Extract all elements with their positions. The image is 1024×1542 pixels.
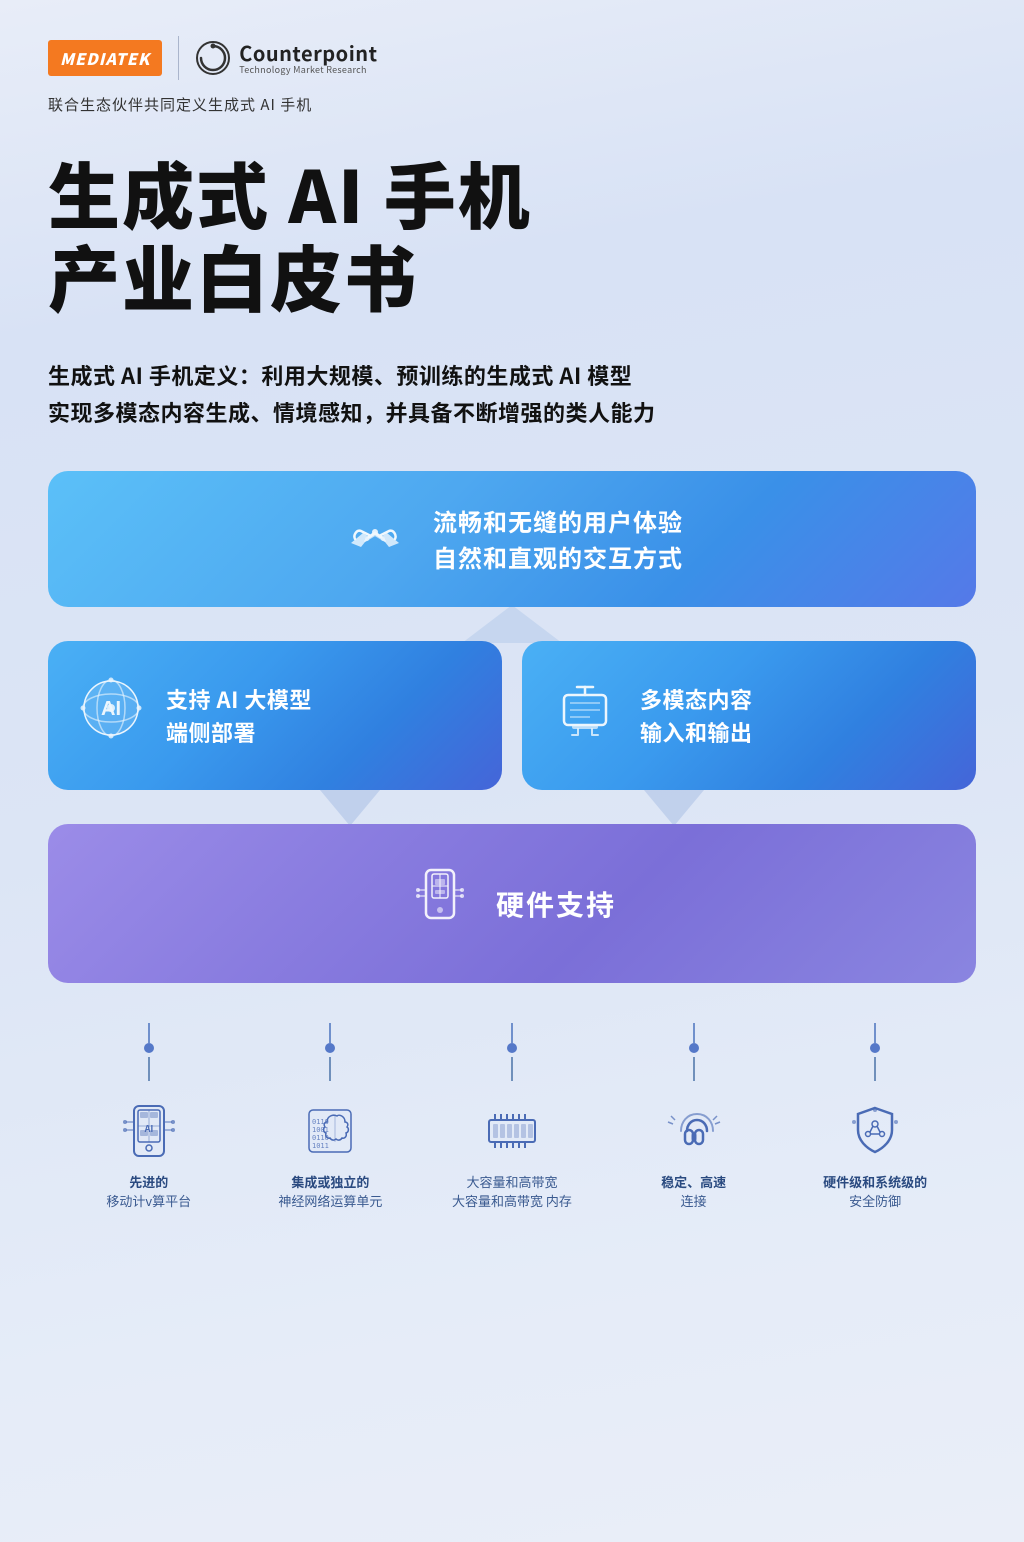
hw-connectivity-label: 稳定、高速 连接 (661, 1173, 726, 1209)
hw-mobile-platform-label: 先进的 移动计v算平台 (106, 1173, 191, 1209)
arrow-connector-top (48, 605, 976, 643)
top-box-line1: 流畅和无缝的用户体验 (433, 503, 683, 539)
middle-right-line1: 多模态内容 (640, 683, 753, 716)
hw-mobile-platform-icon: AI (117, 1099, 181, 1163)
middle-left-line1: 支持 AI 大模型 (166, 683, 312, 716)
hw-item-security: 硬件级和系统级的 安全防御 (784, 1023, 966, 1209)
interaction-icon (341, 505, 409, 573)
pyramid-diagram: 流畅和无缝的用户体验 自然和直观的交互方式 AI (48, 471, 976, 983)
counterpoint-text: Counterpoint Technology Market Research (239, 41, 377, 76)
arrow-up-svg (462, 605, 562, 643)
hw-item-connectivity: 稳定、高速 连接 (603, 1023, 785, 1209)
subtitle: 联合生态伙伴共同定义生成式 AI 手机 (48, 94, 976, 115)
counterpoint-logo: Counterpoint Technology Market Research (195, 40, 377, 76)
hw-security-label: 硬件级和系统级的 安全防御 (823, 1173, 927, 1209)
hw-neural-icon: 0110 1001 0110 1011 (298, 1099, 362, 1163)
header-divider (178, 36, 179, 80)
main-title-line2: 产业白皮书 (48, 234, 976, 317)
middle-right-line2: 输入和输出 (640, 716, 753, 749)
arrow-right-down (644, 790, 704, 826)
hardware-icon (408, 864, 472, 943)
hw-item-memory: 大容量和高带宽 大容量和高带宽 内存 (421, 1023, 603, 1209)
middle-box-multimodal-text: 多模态内容 输入和输出 (640, 683, 753, 749)
bottom-box-hardware: 硬件支持 (48, 824, 976, 983)
middle-box-ai-model: AI 支持 AI 大模型 端侧部署 (48, 641, 502, 790)
hw-neural-label: 集成或独立的 神经网络运算单元 (278, 1173, 382, 1209)
middle-box-ai-text: 支持 AI 大模型 端侧部署 (166, 683, 312, 749)
top-box-text: 流畅和无缝的用户体验 自然和直观的交互方式 (433, 503, 683, 575)
hw-item-mobile-platform: AI (58, 1023, 240, 1209)
middle-row: AI 支持 AI 大模型 端侧部署 (48, 641, 976, 790)
hw-item-neural-net: 0110 1001 0110 1011 集成或独立的 神经网络运算单元 (240, 1023, 422, 1209)
middle-left-line2: 端侧部署 (166, 716, 312, 749)
counterpoint-main-text: Counterpoint (239, 41, 377, 65)
top-box-line2: 自然和直观的交互方式 (433, 539, 683, 575)
definition-text: 生成式 AI 手机定义：利用大规模、预训练的生成式 AI 模型实现多模态内容生成… (48, 357, 976, 432)
mediatek-logo: MEDIATEK (48, 40, 162, 76)
hw-connectivity-icon (662, 1099, 726, 1163)
header: MEDIATEK Counterpoint Technology Market … (48, 36, 976, 80)
hardware-label: 硬件支持 (496, 884, 616, 924)
main-title: 生成式 AI 手机 产业白皮书 (48, 151, 976, 317)
multimodal-icon (550, 673, 620, 758)
counterpoint-icon (195, 40, 231, 76)
svg-text:1011: 1011 (312, 1142, 329, 1150)
hardware-items-row: AI (48, 1023, 976, 1209)
arrow-left-down (320, 790, 380, 826)
hw-memory-label: 大容量和高带宽 大容量和高带宽 内存 (452, 1173, 572, 1209)
middle-box-multimodal: 多模态内容 输入和输出 (522, 641, 976, 790)
hw-memory-icon (480, 1099, 544, 1163)
counterpoint-sub-text: Technology Market Research (239, 65, 377, 76)
hw-security-icon (843, 1099, 907, 1163)
ai-model-icon: AI (76, 673, 146, 758)
arrows-middle-bottom (48, 790, 976, 826)
top-box-user-experience: 流畅和无缝的用户体验 自然和直观的交互方式 (48, 471, 976, 607)
definition-content: 生成式 AI 手机定义：利用大规模、预训练的生成式 AI 模型实现多模态内容生成… (48, 359, 656, 428)
